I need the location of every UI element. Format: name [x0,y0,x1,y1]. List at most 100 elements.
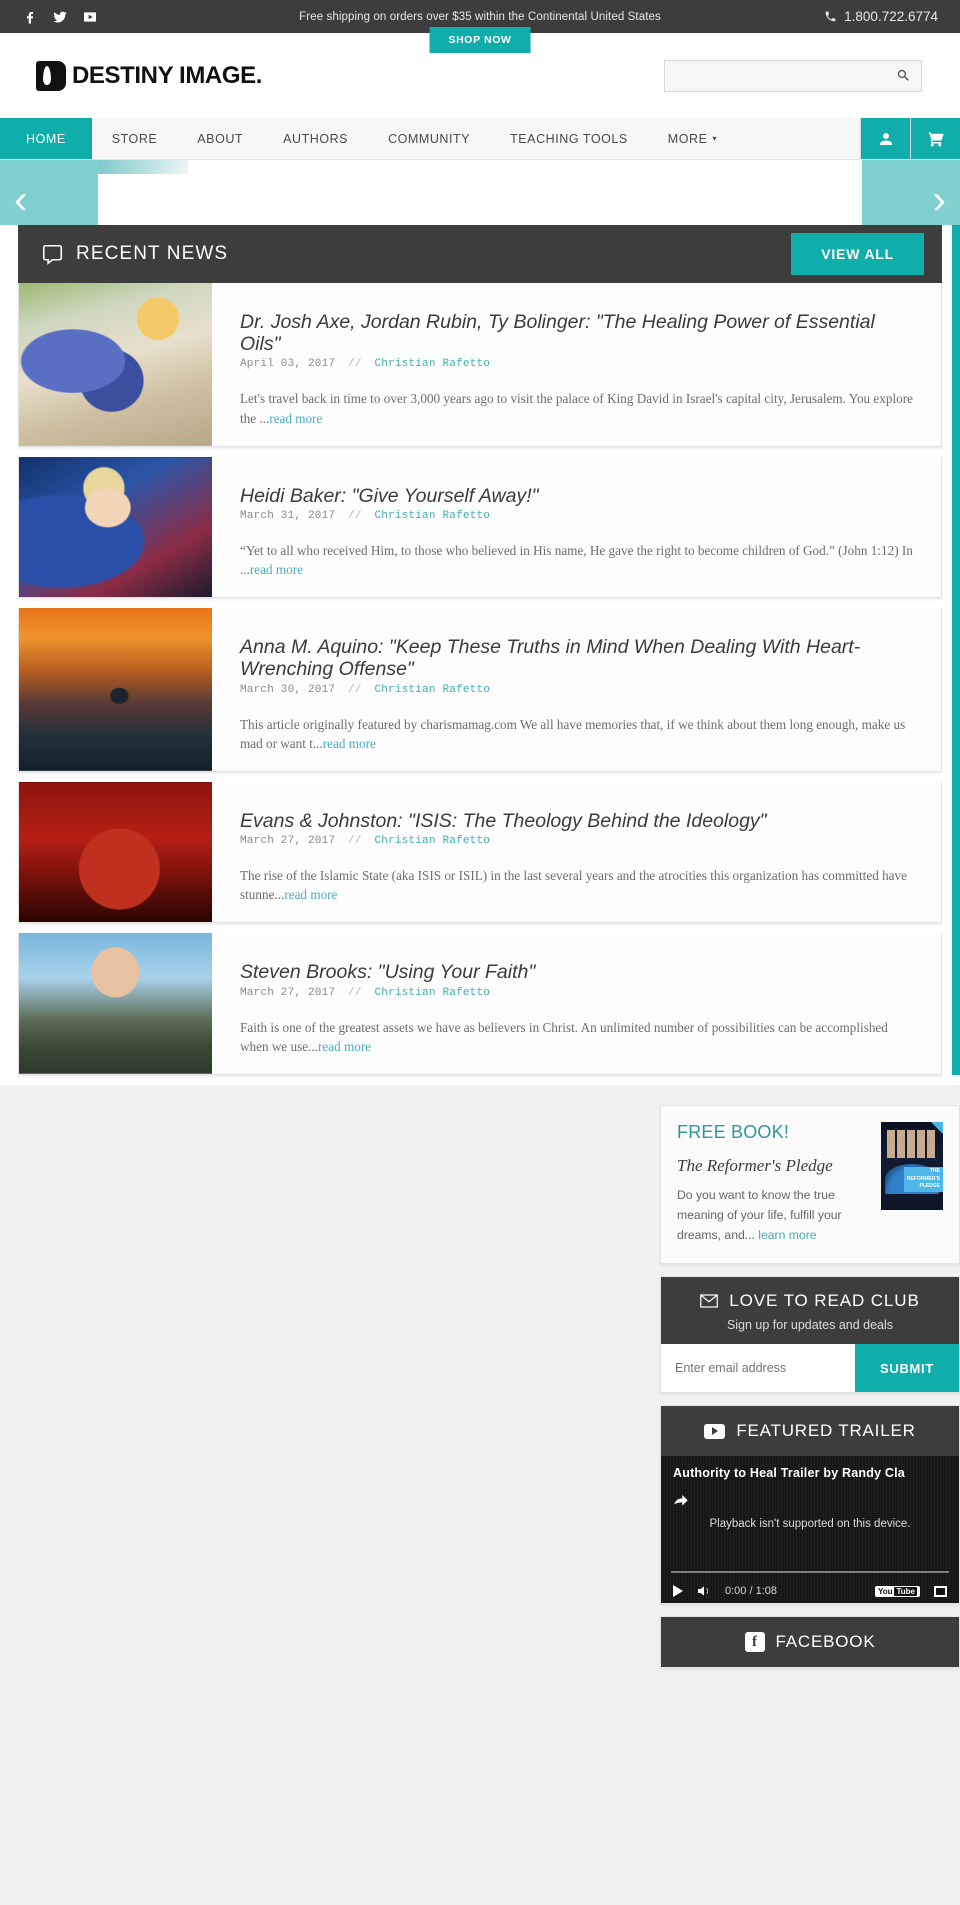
facebook-icon: f [744,1632,765,1653]
facebook-header: f FACEBOOK [661,1617,959,1668]
read-more-link[interactable]: read more [250,562,303,577]
fullscreen-icon[interactable] [934,1585,947,1597]
lower-section: FREE BOOK! The Reformer's Pledge Do you … [0,1084,960,1905]
email-signup-form: SUBMIT [661,1344,959,1393]
article-title[interactable]: Evans & Johnston: "ISIS: The Theology Be… [240,810,919,832]
phone-icon [825,11,836,22]
article-thumbnail[interactable] [19,608,212,771]
submit-button[interactable]: SUBMIT [855,1344,959,1393]
youtube-icon[interactable] [82,9,98,25]
nav-label: TEACHING TOOLS [510,131,628,146]
main-content: RECENT NEWS VIEW ALL Dr. Josh Axe, Jorda… [0,225,960,1075]
excerpt-text: “Yet to all who received Him, to those w… [240,542,913,578]
excerpt-text: The rise of the Islamic State (aka ISIS … [240,868,907,903]
youtube-logo-icon[interactable]: You Tube [874,1585,920,1597]
article-body: Heidi Baker: "Give Yourself Away!" March… [212,456,941,598]
nav-item-community[interactable]: COMMUNITY [368,118,490,159]
search-icon[interactable] [896,68,911,83]
progress-bar[interactable] [671,1571,949,1574]
flame-logo-icon [36,60,66,91]
view-all-button[interactable]: VIEW ALL [791,233,924,275]
read-more-link[interactable]: read more [269,411,322,426]
nav-item-home[interactable]: HOME [0,118,92,159]
article-author[interactable]: Christian Rafetto [374,987,490,999]
shop-now-button[interactable]: SHOP NOW [429,27,531,53]
meta-separator: // [348,509,362,522]
article-excerpt: Let's travel back in time to over 3,000 … [240,389,919,427]
article-thumbnail[interactable] [19,456,212,598]
nav-item-about[interactable]: ABOUT [177,118,263,159]
news-article[interactable]: Heidi Baker: "Give Yourself Away!" March… [18,456,942,599]
read-more-link[interactable]: read more [284,887,337,902]
carousel-prev-arrow[interactable]: ‹ [14,180,27,220]
news-article[interactable]: Anna M. Aquino: "Keep These Truths in Mi… [18,608,942,772]
article-date: April 03, 2017 [240,358,336,371]
recent-news-header: RECENT NEWS VIEW ALL [18,225,942,283]
play-button[interactable] [673,1585,683,1598]
article-title[interactable]: Heidi Baker: "Give Yourself Away!" [240,485,919,507]
article-date: March 31, 2017 [240,509,336,522]
article-body: Anna M. Aquino: "Keep These Truths in Mi… [212,608,941,771]
free-book-description: Do you want to know the true meaning of … [677,1186,869,1245]
cart-button[interactable] [910,118,960,159]
article-excerpt: “Yet to all who received Him, to those w… [240,541,919,579]
social-links [22,9,98,25]
free-book-heading: FREE BOOK! [677,1121,790,1142]
facebook-title: FACEBOOK [775,1632,876,1652]
nav-label: AUTHORS [283,131,349,146]
article-thumbnail[interactable] [19,283,212,446]
meta-separator: // [348,683,362,696]
news-article[interactable]: Steven Brooks: "Using Your Faith" March … [18,933,942,1075]
cover-line-2: REFORMER'S [906,1175,940,1182]
article-author[interactable]: Christian Rafetto [374,684,490,696]
article-author[interactable]: Christian Rafetto [374,510,490,522]
search-box[interactable] [664,59,922,92]
article-author[interactable]: Christian Rafetto [374,835,490,847]
carousel-next-arrow[interactable]: › [933,180,946,220]
user-icon [879,132,892,145]
article-title[interactable]: Steven Brooks: "Using Your Faith" [240,961,919,983]
read-more-link[interactable]: read more [323,736,376,751]
news-article[interactable]: Dr. Josh Axe, Jordan Rubin, Ty Bolinger:… [18,283,942,447]
account-button[interactable] [860,118,910,159]
search-input[interactable] [675,68,896,83]
player-right-controls: You Tube [874,1585,947,1597]
volume-icon[interactable] [696,1584,712,1598]
meta-separator: // [348,986,362,999]
article-title[interactable]: Anna M. Aquino: "Keep These Truths in Mi… [240,636,919,680]
article-body: Evans & Johnston: "ISIS: The Theology Be… [212,781,941,923]
nav-label: COMMUNITY [388,131,471,146]
excerpt-text: Let's travel back in time to over 3,000 … [240,391,913,426]
playback-message: Playback isn't supported on this device. [709,1518,911,1531]
article-meta: March 27, 2017 // Christian Rafetto [240,835,919,847]
article-author[interactable]: Christian Rafetto [374,358,490,370]
read-more-link[interactable]: read more [318,1039,371,1054]
book-cover-image[interactable]: THE REFORMER'S PLEDGE [881,1121,943,1210]
site-logo[interactable]: DESTINY IMAGE. [36,60,262,91]
video-title[interactable]: Authority to Heal Trailer by Randy Cla [673,1466,951,1480]
nav-item-teaching-tools[interactable]: TEACHING TOOLS [490,118,648,159]
video-player[interactable]: Authority to Heal Trailer by Randy Cla P… [661,1456,959,1604]
news-article[interactable]: Evans & Johnston: "ISIS: The Theology Be… [18,781,942,924]
love-to-read-title: LOVE TO READ CLUB [729,1291,920,1311]
article-thumbnail[interactable] [19,933,212,1074]
nav-item-store[interactable]: STORE [92,118,178,159]
recent-news-title: RECENT NEWS [76,243,229,264]
nav-label: MORE [667,131,708,146]
top-bar: Free shipping on orders over $35 within … [0,0,960,53]
learn-more-link[interactable]: learn more [758,1228,816,1242]
hero-carousel[interactable]: ‹ › [0,160,960,225]
facebook-icon[interactable] [22,9,38,25]
email-input[interactable] [661,1344,855,1393]
share-icon[interactable] [673,1492,689,1507]
phone-number[interactable]: 1.800.722.6774 [824,9,938,24]
nav-item-more[interactable]: MORE ▾ [648,118,737,159]
chevron-down-icon: ▾ [712,134,718,143]
twitter-icon[interactable] [52,9,68,25]
article-title[interactable]: Dr. Josh Axe, Jordan Rubin, Ty Bolinger:… [240,311,919,355]
player-controls: 0:00 / 1:08 You Tube [661,1584,959,1598]
nav-item-authors[interactable]: AUTHORS [263,118,368,159]
free-book-widget: FREE BOOK! The Reformer's Pledge Do you … [660,1104,960,1265]
yt-label-tube: Tube [894,1586,917,1596]
article-thumbnail[interactable] [19,781,212,923]
